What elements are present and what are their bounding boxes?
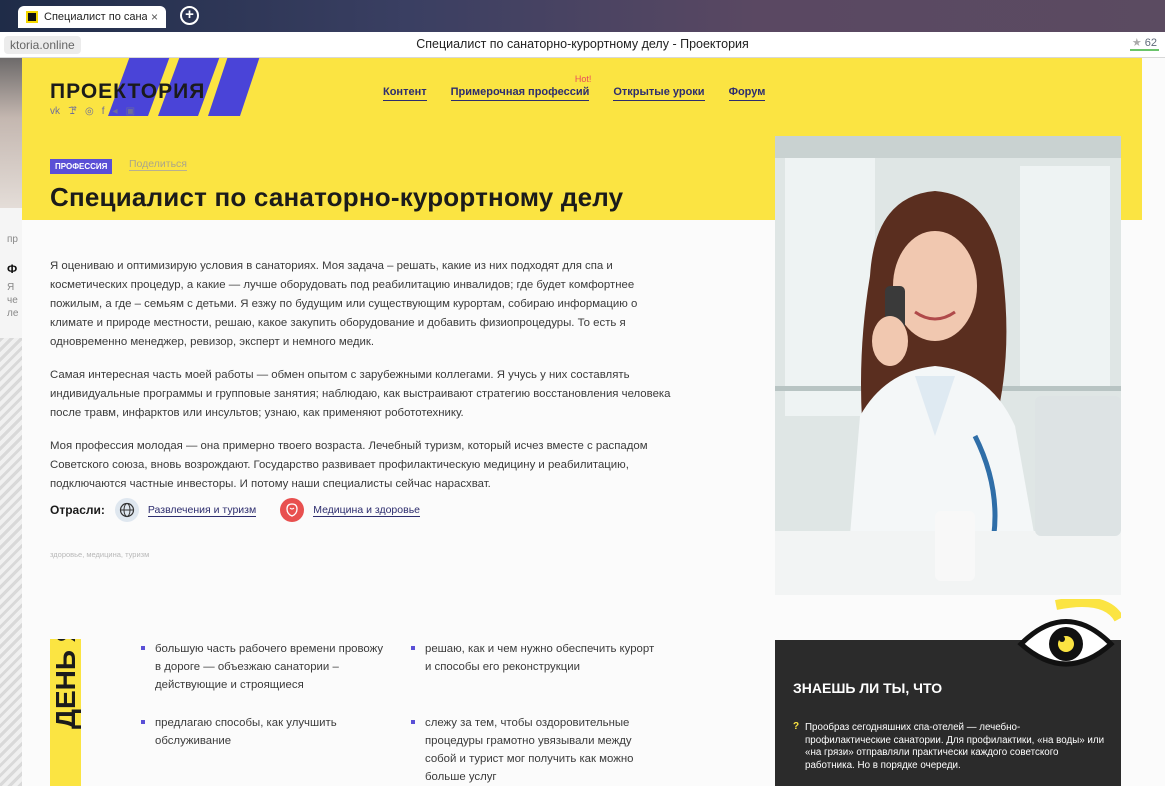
instagram-icon[interactable]: ◎ [85, 106, 94, 117]
address-bar: ktoria.online Специалист по санаторно-ку… [0, 32, 1165, 58]
day-band-text: ДЕНЬ Я [50, 639, 81, 729]
sectors-row: Отрасли: Развлечения и туризм Медицина и… [50, 498, 444, 522]
page-title: Специалист по санаторно-курортному делу [50, 182, 624, 212]
main-nav: Контент Примерочная профессий Hot! Открыт… [383, 74, 766, 101]
sliver-text-3: Я [7, 282, 15, 293]
social-links: vk ꘘ ◎ f ◂ ▣ [50, 106, 205, 117]
hot-badge: Hot! [574, 74, 592, 84]
tab-title: Специалист по санатор [44, 11, 147, 23]
task-item-2: решаю, как и чем нужно обеспечить курорт… [411, 640, 661, 676]
sliver-text-4: че [7, 295, 18, 306]
nav-forum[interactable]: Форум [728, 86, 766, 101]
rating-badge[interactable]: ★ 62 [1129, 36, 1159, 51]
new-tab-button[interactable]: + [180, 6, 199, 25]
did-you-know-text: Прообраз сегодняшних спа-отелей — лечебн… [805, 722, 1105, 771]
nav-open-lessons[interactable]: Открытые уроки [613, 86, 705, 101]
star-icon: ★ [1131, 37, 1142, 49]
nav-content[interactable]: Контент [383, 86, 427, 101]
share-link[interactable]: Поделиться [129, 158, 187, 171]
nav-fitting-room-label: Примерочная профессий [450, 86, 590, 98]
browser-tabstrip: Специалист по санатор × + [0, 0, 1165, 32]
tags[interactable]: здоровье, медицина, туризм [50, 550, 149, 559]
logo-text: ПРОЕКТОРИЯ [50, 80, 206, 103]
favicon-icon [26, 11, 38, 23]
task-item-1: большую часть рабочего времени провожу в… [141, 640, 391, 694]
background-photo [0, 58, 22, 208]
question-icon: ? [793, 721, 800, 732]
vk-icon[interactable]: vk [50, 106, 60, 117]
sliver-text-1: пр [7, 234, 18, 245]
nav-fitting-room[interactable]: Примерочная профессий Hot! [450, 74, 591, 101]
description-paragraph-2: Самая интересная часть моей работы — обм… [50, 369, 671, 419]
did-you-know-title: ЗНАЕШЬ ЛИ ТЫ, ЧТО [793, 680, 943, 696]
profession-badge: ПРОФЕССИЯ [50, 159, 113, 174]
facebook-icon[interactable]: f [102, 106, 105, 117]
page: ПРОЕКТОРИЯ vk ꘘ ◎ f ◂ ▣ Контент Примероч… [22, 58, 1165, 786]
rating-count: 62 [1144, 37, 1157, 49]
task-item-4: слежу за тем, чтобы оздоровительные проц… [411, 714, 661, 786]
sector-link-tourism[interactable]: Развлечения и туризм [147, 504, 257, 517]
day-band: ДЕНЬ Я [50, 639, 81, 786]
sectors-label: Отрасли: [50, 503, 105, 517]
tab-close-icon[interactable]: × [151, 10, 158, 24]
sliver-text-2: Ф [7, 262, 18, 276]
globe-icon [114, 498, 139, 522]
sector-link-medicine[interactable]: Медицина и здоровье [313, 504, 421, 517]
telegram-icon[interactable]: ◂ [113, 106, 118, 117]
ok-icon[interactable]: ꘘ [68, 106, 77, 117]
medicine-icon [280, 498, 305, 522]
decorative-stripes [0, 338, 22, 786]
logo[interactable]: ПРОЕКТОРИЯ vk ꘘ ◎ f ◂ ▣ [50, 58, 260, 117]
description-paragraph-3: Моя профессия молодая — она примерно тво… [50, 440, 648, 490]
specialist-illustration [775, 136, 1121, 595]
profession-description: Я оцениваю и оптимизирую условия в санат… [50, 257, 675, 508]
browser-tab[interactable]: Специалист по санатор × [18, 6, 166, 28]
description-paragraph-1: Я оцениваю и оптимизирую условия в санат… [50, 260, 638, 348]
page-title-bar: Специалист по санаторно-курортному делу … [416, 37, 749, 51]
task-item-3: предлагаю способы, как улучшить обслужив… [141, 714, 391, 750]
specialist-photo [775, 136, 1121, 595]
eye-icon [1017, 599, 1121, 667]
background-page-sliver: пр Ф Я че ле [0, 58, 22, 786]
youtube-icon[interactable]: ▣ [126, 106, 135, 117]
sliver-text-5: ле [7, 308, 19, 319]
